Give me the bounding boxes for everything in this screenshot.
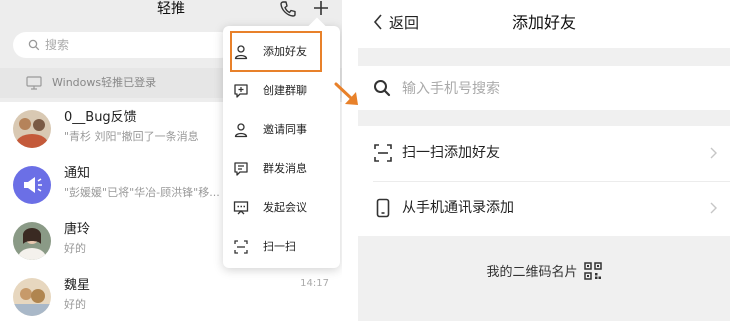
search-placeholder: 输入手机号搜索 — [402, 81, 500, 97]
menu-item-label: 群发消息 — [263, 162, 307, 175]
menu-item-label: 扫一扫 — [263, 240, 296, 253]
option-label: 扫一扫添加好友 — [402, 145, 500, 161]
qr-label: 我的二维码名片 — [486, 265, 578, 280]
search-icon — [374, 80, 391, 97]
scan-add-friend-row[interactable]: 扫一扫添加好友 — [358, 126, 730, 182]
chat-time: 14:17 — [300, 278, 329, 289]
menu-item-create-group[interactable]: 创建群聊 — [223, 73, 340, 109]
chevron-right-icon — [710, 202, 717, 214]
chat-message: 好的 — [64, 242, 86, 255]
add-options-list: 扫一扫添加好友 从手机通讯录添加 — [358, 126, 730, 236]
option-label: 从手机通讯录添加 — [402, 200, 514, 216]
chat-name: 唐玲 — [64, 222, 91, 237]
broadcast-icon — [234, 162, 248, 176]
top-bar: 返回 添加好友 — [358, 0, 730, 48]
chat-plus-icon — [234, 84, 248, 98]
menu-item-broadcast[interactable]: 群发消息 — [223, 151, 340, 187]
chat-name: 0__Bug反馈 — [64, 110, 137, 125]
chat-list-screen: 轻推 搜索 Windows轻推已登录 0__Bug反馈 "青杉 刘阳"撤回了一条… — [0, 0, 342, 321]
phone-search-input[interactable]: 输入手机号搜索 — [358, 66, 730, 110]
monitor-icon — [26, 76, 42, 90]
page-title: 添加好友 — [511, 13, 576, 32]
scan-icon — [234, 240, 248, 254]
search-input[interactable]: 搜索 — [13, 32, 233, 58]
phone-icon[interactable] — [279, 0, 297, 18]
meeting-icon — [233, 201, 249, 215]
top-bar: 轻推 — [0, 0, 342, 26]
chat-message: 好的 — [64, 298, 86, 311]
menu-item-label: 创建群聊 — [263, 84, 307, 97]
add-friend-screen: 返回 添加好友 输入手机号搜索 扫一扫添加好友 从手机通讯录添加 我的二维码名片 — [358, 0, 730, 321]
menu-item-label: 发起会议 — [263, 201, 307, 214]
chevron-right-icon — [710, 147, 717, 159]
qr-code-icon — [583, 262, 602, 280]
chat-name: 通知 — [64, 166, 91, 181]
plus-icon[interactable] — [311, 0, 331, 18]
avatar — [13, 110, 51, 148]
menu-item-scan[interactable]: 扫一扫 — [223, 229, 340, 265]
search-placeholder: 搜索 — [45, 38, 70, 52]
windows-login-text: Windows轻推已登录 — [52, 76, 157, 89]
avatar — [13, 222, 51, 260]
my-qr-card-link[interactable]: 我的二维码名片 — [358, 262, 730, 282]
phone-icon — [376, 198, 390, 218]
menu-item-invite-colleague[interactable]: 邀请同事 — [223, 112, 340, 148]
avatar — [13, 166, 51, 204]
search-icon — [28, 39, 40, 51]
highlight-box — [230, 31, 322, 72]
menu-item-start-meeting[interactable]: 发起会议 — [223, 190, 340, 226]
menu-item-label: 邀请同事 — [263, 123, 307, 136]
chat-item[interactable]: 魏星 好的 14:17 — [0, 270, 342, 321]
chat-message: "青杉 刘阳"撤回了一条消息 — [64, 130, 199, 143]
megaphone-icon — [24, 177, 42, 193]
chat-message: "彭媛媛"已将"华冶-顾洪锋"移... — [64, 186, 220, 199]
avatar — [13, 278, 51, 316]
chat-name: 魏星 — [64, 278, 91, 293]
contacts-add-row[interactable]: 从手机通讯录添加 — [358, 181, 730, 236]
scan-icon — [374, 144, 392, 162]
person-icon — [234, 123, 248, 138]
